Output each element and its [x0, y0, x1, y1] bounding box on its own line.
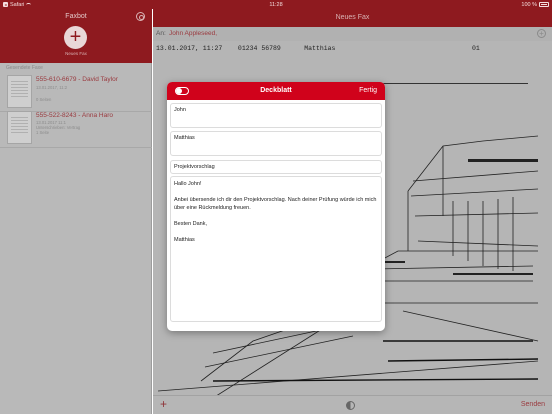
sidebar: Faxbot + Neues Fax Gesendete Faxe 555-61…	[0, 9, 152, 414]
to-field[interactable]: John	[170, 103, 382, 128]
message-line: Matthias	[174, 237, 195, 243]
sent-faxes-section-label: Gesendete Faxe	[6, 65, 43, 71]
recipient-bar[interactable]: An: John Appleseed, +	[153, 27, 552, 41]
subject-field-value: Projektvorschlag	[174, 164, 215, 170]
add-circle-icon[interactable]: +	[537, 29, 546, 38]
message-line: Besten Dank,	[174, 221, 208, 227]
message-line	[174, 212, 378, 220]
status-bar: ◂ Safari 11:28 100 %	[0, 0, 552, 9]
sidebar-header: Faxbot + Neues Fax	[0, 9, 152, 63]
cover-sheet-dialog: Deckblatt Fertig John Matthias Projektvo…	[167, 82, 385, 331]
new-fax-button[interactable]: +	[64, 26, 87, 49]
bottom-toolbar: + Senden	[153, 395, 552, 414]
dialog-title: Deckblatt	[260, 87, 292, 94]
status-time: 11:28	[269, 1, 283, 8]
message-line: Hallo John!	[174, 181, 202, 187]
done-button[interactable]: Fertig	[359, 87, 377, 94]
battery-percent: 100 %	[521, 1, 537, 8]
fax-list-item[interactable]: 555-522-8243 - Anna Haro 13.01.2017 11:1…	[0, 108, 152, 148]
plus-icon: +	[69, 26, 82, 48]
fax-list-item[interactable]: 555-610-6679 - David Taylor 13.01.2017, …	[0, 72, 152, 112]
message-line	[174, 188, 378, 196]
fax-item-title: 555-610-6679 - David Taylor	[36, 76, 118, 83]
new-fax-label: Neues Fax	[65, 51, 87, 56]
from-field[interactable]: Matthias	[170, 131, 382, 156]
subject-field[interactable]: Projektvorschlag	[170, 160, 382, 174]
gear-icon[interactable]	[136, 12, 145, 21]
fax-item-date: 13.01.2017, 11:2	[36, 85, 68, 90]
recipient-label: An:	[156, 30, 166, 37]
contrast-icon[interactable]	[346, 401, 355, 410]
to-field-value: John	[174, 107, 186, 113]
dialog-header: Deckblatt Fertig	[167, 82, 385, 100]
message-line	[174, 228, 378, 236]
fax-item-pages: 0 Seiten	[36, 97, 52, 102]
recipient-token[interactable]: John Appleseed,	[169, 30, 217, 37]
from-field-value: Matthias	[174, 135, 195, 141]
send-button[interactable]: Senden	[521, 401, 545, 408]
fax-header-line: 13.01.2017, 11:27 01234 56789 Matthias 0…	[156, 45, 480, 52]
fax-thumbnail	[7, 75, 32, 108]
fax-item-title: 555-522-8243 - Anna Haro	[36, 112, 113, 119]
battery-icon	[539, 2, 549, 7]
plus-icon[interactable]: +	[160, 397, 167, 411]
fax-thumbnail	[7, 111, 32, 144]
message-textarea[interactable]: Hallo John! Anbei übersende ich dir den …	[170, 176, 382, 322]
app-title: Faxbot	[65, 13, 87, 20]
message-line: Anbei übersende ich dir den Projektvorsc…	[174, 197, 377, 211]
battery-status: 100 %	[521, 2, 549, 8]
page-title: Neues Fax	[335, 14, 370, 21]
main-header: Neues Fax	[153, 9, 552, 27]
fax-item-pages: 1 Seite	[36, 130, 50, 135]
